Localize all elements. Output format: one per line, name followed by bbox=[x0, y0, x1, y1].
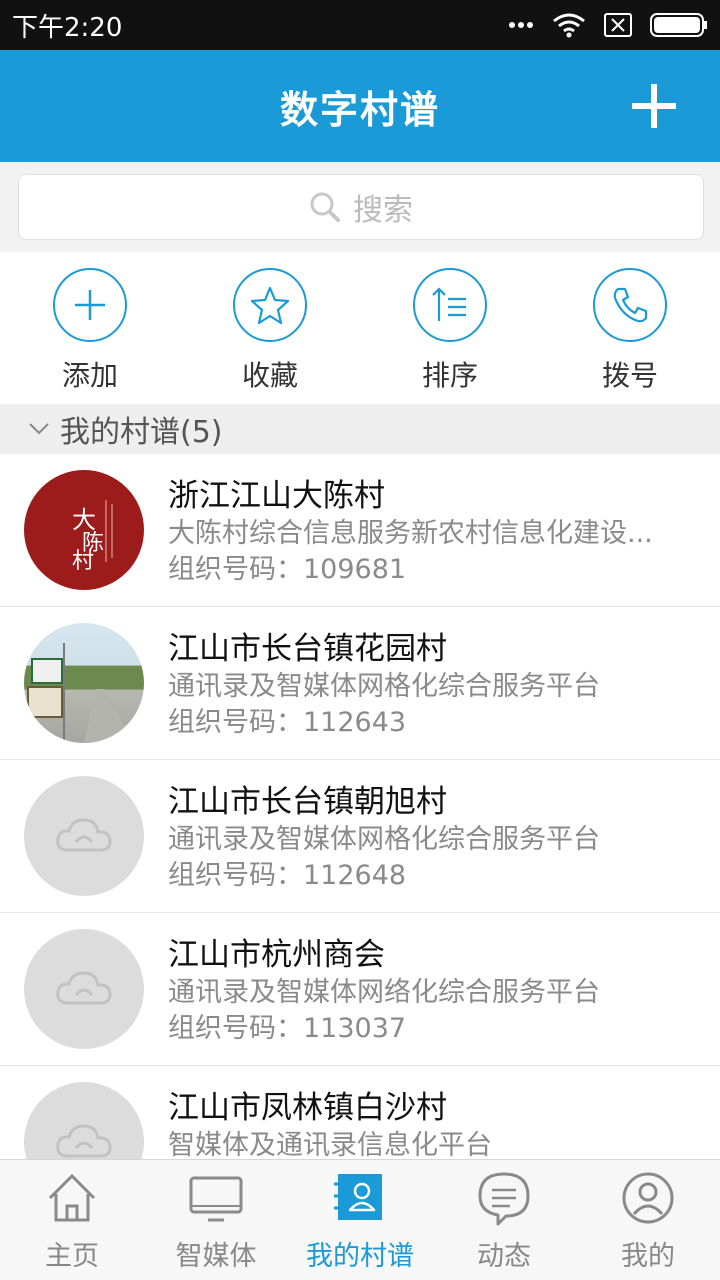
village-list: 大 陈 村 浙江江山大陈村 大陈村综合信息服务新农村信息化建设... 组织号码：… bbox=[0, 454, 720, 1159]
svg-text:大: 大 bbox=[72, 506, 96, 534]
item-desc: 大陈村综合信息服务新农村信息化建设... bbox=[168, 518, 653, 549]
tab-label: 我的村谱 bbox=[306, 1241, 414, 1272]
user-icon bbox=[622, 1172, 674, 1224]
action-favorite[interactable]: 收藏 bbox=[180, 252, 360, 404]
item-org: 组织号码：109681 bbox=[168, 554, 407, 585]
list-item[interactable]: 江山市长台镇花园村 通讯录及智媒体网格化综合服务平台 组织号码：112643 bbox=[0, 607, 720, 760]
item-desc: 通讯录及智媒体网格化综合服务平台 bbox=[168, 824, 600, 855]
list-item[interactable]: 江山市凤林镇白沙村 智媒体及通讯录信息化平台 bbox=[0, 1066, 720, 1159]
item-org: 组织号码：112648 bbox=[168, 860, 407, 891]
svg-text:村: 村 bbox=[72, 549, 94, 574]
item-meta: 江山市凤林镇白沙村 智媒体及通讯录信息化平台 bbox=[168, 1088, 680, 1159]
item-meta: 江山市长台镇花园村 通讯录及智媒体网格化综合服务平台 组织号码：112643 bbox=[168, 629, 680, 741]
add-plus-icon[interactable] bbox=[628, 80, 680, 132]
item-name: 浙江江山大陈村 bbox=[168, 478, 385, 514]
sort-icon bbox=[413, 268, 487, 342]
item-org: 组织号码：113037 bbox=[168, 1013, 407, 1044]
cloud-icon bbox=[24, 929, 144, 1049]
search-input[interactable]: 搜索 bbox=[18, 174, 704, 240]
list-item[interactable]: 大 陈 村 浙江江山大陈村 大陈村综合信息服务新农村信息化建设... 组织号码：… bbox=[0, 454, 720, 607]
action-dial[interactable]: 拨号 bbox=[540, 252, 720, 404]
item-name: 江山市凤林镇白沙村 bbox=[168, 1090, 447, 1126]
tab-label: 智媒体 bbox=[175, 1241, 257, 1272]
plus-icon bbox=[53, 268, 127, 342]
item-org: 组织号码：112643 bbox=[168, 707, 407, 738]
tab-smart-media[interactable]: 智媒体 bbox=[144, 1160, 288, 1280]
tab-mine[interactable]: 我的 bbox=[576, 1160, 720, 1280]
list-item[interactable]: 江山市杭州商会 通讯录及智媒体网络化综合服务平台 组织号码：113037 bbox=[0, 913, 720, 1066]
status-icons bbox=[508, 12, 708, 38]
list-item[interactable]: 江山市长台镇朝旭村 通讯录及智媒体网格化综合服务平台 组织号码：112648 bbox=[0, 760, 720, 913]
item-name: 江山市杭州商会 bbox=[168, 937, 385, 973]
no-sim-icon bbox=[604, 13, 632, 37]
search-area: 搜索 bbox=[0, 162, 720, 252]
section-header-my-villages[interactable]: 我的村谱(5) bbox=[0, 404, 720, 454]
tab-label: 主页 bbox=[45, 1241, 99, 1272]
home-icon bbox=[48, 1173, 96, 1222]
app-bar: 数字村谱 bbox=[0, 50, 720, 162]
tab-my-villages[interactable]: 我的村谱 bbox=[288, 1160, 432, 1280]
item-meta: 浙江江山大陈村 大陈村综合信息服务新农村信息化建设... 组织号码：109681 bbox=[168, 476, 680, 588]
status-bar: 下午2:20 bbox=[0, 0, 720, 50]
contacts-icon bbox=[334, 1174, 382, 1220]
action-add[interactable]: 添加 bbox=[0, 252, 180, 404]
chevron-down-icon bbox=[29, 423, 49, 435]
item-desc: 智媒体及通讯录信息化平台 bbox=[168, 1130, 492, 1159]
action-label: 拨号 bbox=[601, 359, 658, 392]
star-icon bbox=[233, 268, 307, 342]
tab-activity[interactable]: 动态 bbox=[432, 1160, 576, 1280]
wifi-icon bbox=[553, 13, 585, 38]
bottom-tab-bar: 主页 智媒体 我的村谱 动态 我的 bbox=[0, 1159, 720, 1280]
item-desc: 通讯录及智媒体网格化综合服务平台 bbox=[168, 671, 600, 702]
action-sort[interactable]: 排序 bbox=[360, 252, 540, 404]
quick-actions: 添加 收藏 排序 拨号 bbox=[0, 252, 720, 404]
action-label: 收藏 bbox=[241, 359, 298, 392]
phone-icon bbox=[593, 268, 667, 342]
page-title: 数字村谱 bbox=[279, 87, 440, 132]
section-title: 我的村谱(5) bbox=[60, 415, 223, 450]
action-label: 排序 bbox=[421, 359, 478, 392]
cloud-icon bbox=[24, 776, 144, 896]
item-meta: 江山市杭州商会 通讯录及智媒体网络化综合服务平台 组织号码：113037 bbox=[168, 935, 680, 1047]
tab-label: 动态 bbox=[477, 1241, 531, 1272]
item-desc: 通讯录及智媒体网络化综合服务平台 bbox=[168, 977, 600, 1008]
monitor-icon bbox=[189, 1176, 243, 1222]
battery-icon bbox=[650, 13, 707, 37]
status-time: 下午2:20 bbox=[12, 12, 123, 43]
chat-icon bbox=[478, 1172, 530, 1226]
cloud-icon bbox=[24, 1082, 144, 1159]
item-name: 江山市长台镇花园村 bbox=[168, 631, 447, 667]
item-meta: 江山市长台镇朝旭村 通讯录及智媒体网格化综合服务平台 组织号码：112648 bbox=[168, 782, 680, 894]
logo-avatar: 大 陈 村 bbox=[24, 470, 144, 590]
more-dots-icon bbox=[509, 22, 533, 28]
search-placeholder: 搜索 bbox=[353, 193, 413, 228]
action-label: 添加 bbox=[61, 359, 118, 392]
photo-avatar bbox=[24, 623, 144, 743]
search-icon bbox=[310, 192, 340, 222]
tab-home[interactable]: 主页 bbox=[0, 1160, 144, 1280]
tab-label: 我的 bbox=[621, 1241, 675, 1272]
item-name: 江山市长台镇朝旭村 bbox=[168, 784, 447, 820]
